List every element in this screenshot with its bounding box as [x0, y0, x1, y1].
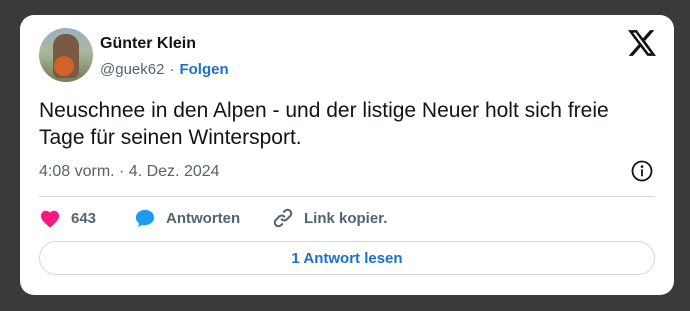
tweet-card: Günter Klein @guek62 · Folgen Neuschnee …	[20, 15, 674, 295]
read-replies-button[interactable]: 1 Antwort lesen	[39, 241, 655, 275]
like-button[interactable]: 643	[39, 208, 134, 228]
x-logo-icon[interactable]	[628, 30, 656, 56]
heart-icon	[40, 210, 60, 228]
info-icon[interactable]	[631, 160, 653, 182]
avatar-ball	[54, 56, 74, 76]
reply-button[interactable]: Antworten	[134, 208, 272, 229]
handle-row: @guek62 · Folgen	[100, 61, 229, 78]
link-icon	[273, 208, 293, 228]
likes-count: 643	[71, 209, 97, 227]
avatar[interactable]	[39, 28, 93, 82]
divider	[39, 196, 655, 197]
tweet-text: Neuschnee in den Alpen - und der listige…	[39, 99, 609, 149]
reply-label: Antworten	[166, 209, 241, 227]
user-handle[interactable]: @guek62	[100, 61, 164, 78]
tweet-timestamp[interactable]: 4:08 vorm. · 4. Dez. 2024	[39, 163, 220, 181]
copy-link-button[interactable]: Link kopier.	[272, 207, 387, 229]
speech-bubble-icon	[135, 209, 155, 227]
copy-link-label: Link kopier.	[304, 209, 388, 227]
user-name[interactable]: Günter Klein	[100, 35, 196, 53]
handle-separator: ·	[169, 61, 175, 78]
follow-link[interactable]: Folgen	[179, 61, 228, 78]
action-bar: 643 Antworten Link kopier.	[39, 207, 387, 229]
